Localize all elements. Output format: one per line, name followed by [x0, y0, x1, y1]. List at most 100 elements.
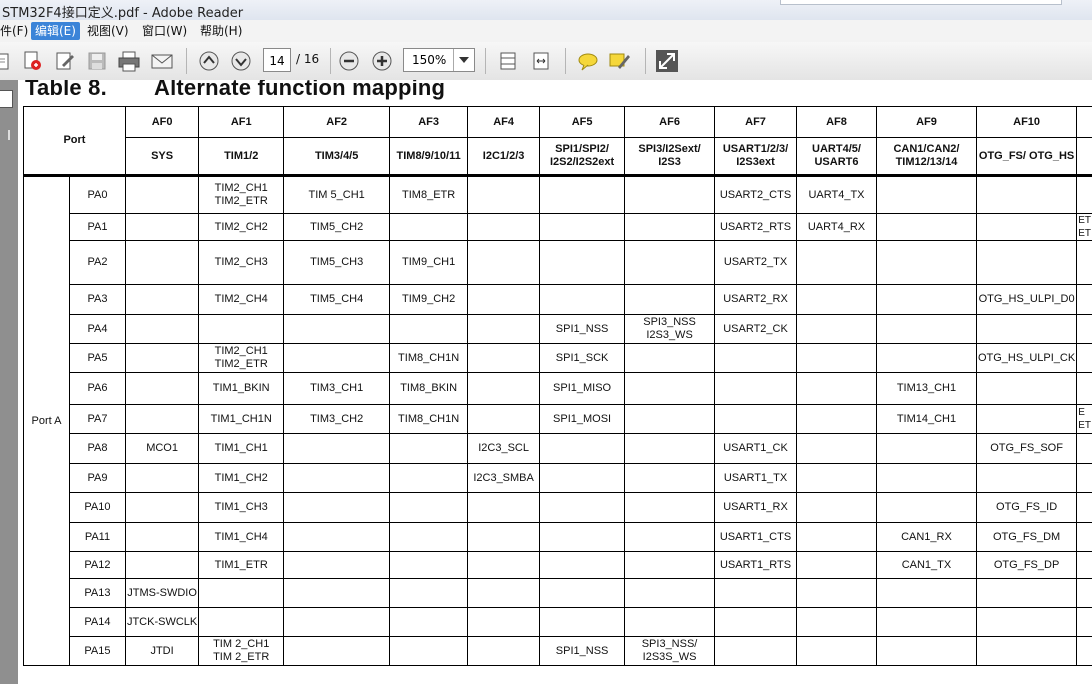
zoom-select[interactable]: 150% [403, 48, 475, 72]
port-group-label: Port A [23, 175, 70, 666]
menu-help[interactable]: 帮助(H) [196, 22, 246, 40]
af-cell [875, 175, 977, 214]
af-cell [467, 175, 541, 214]
af-cell [1076, 240, 1092, 285]
save-icon[interactable] [84, 48, 110, 74]
af-cell: SPI1_SCK [539, 343, 626, 373]
fit-page-icon[interactable] [495, 48, 521, 74]
af-header: AF4 [467, 106, 541, 138]
af-cell [796, 314, 877, 344]
af-cell [283, 551, 391, 579]
page-number-input[interactable]: 14 [263, 48, 291, 72]
af-cell [875, 492, 977, 523]
af-cell [467, 213, 541, 241]
af-cell [875, 636, 977, 666]
af-cell: TIM5_CH2 [283, 213, 391, 241]
menu-file[interactable]: 件(F) [0, 22, 32, 40]
attachments-panel-icon[interactable] [0, 130, 10, 140]
toolbar-separator [485, 48, 486, 74]
table-row: PA7 TIM1_CH1N TIM3_CH2 TIM8_CH1N SPI1_MOSI TI… [24, 404, 1092, 434]
af-cell [796, 522, 877, 552]
next-page-icon[interactable] [228, 48, 254, 74]
menu-bar: 件(F) 编辑(E) 视图(V) 窗口(W) 帮助(H) [0, 20, 1092, 43]
menu-view[interactable]: 视图(V) [83, 22, 133, 40]
af-group-header: SPI1/SPI2/I2S2/I2S2ext [539, 137, 626, 177]
af-cell [975, 463, 1078, 493]
af-cell [539, 240, 626, 285]
chevron-down-icon[interactable] [453, 49, 474, 71]
af-cell: SPI1_MISO [539, 372, 626, 405]
af-cell [1076, 522, 1092, 552]
af-cell [1076, 284, 1092, 315]
af-cell: TIM1_CH2 [198, 463, 285, 493]
af-cell: ET ET [1076, 213, 1092, 241]
af-group-header [1076, 137, 1092, 177]
af-cell [1076, 175, 1092, 214]
af-cell [796, 284, 877, 315]
af-cell [283, 463, 391, 493]
pages-panel-icon[interactable] [0, 90, 13, 108]
zoom-out-icon[interactable] [336, 48, 362, 74]
af-cell [389, 522, 469, 552]
af-group-header: UART4/5/USART6 [796, 137, 877, 177]
af-cell: TIM8_ETR [389, 175, 469, 214]
af-cell [539, 175, 626, 214]
af-header: AF2 [283, 106, 391, 138]
af-cell [875, 213, 977, 241]
af-cell [124, 404, 200, 434]
fit-width-icon[interactable] [528, 48, 554, 74]
af-cell: OTG_HS_ULPI_D0 [975, 284, 1078, 315]
af-cell: TIM2_CH2 [198, 213, 285, 241]
af-group-header: I2C1/2/3 [467, 137, 541, 177]
pin-name: PA14 [68, 607, 126, 637]
af-cell [467, 240, 541, 285]
print-icon[interactable] [116, 48, 142, 74]
af-cell: OTG_FS_DP [975, 551, 1078, 579]
af-cell [624, 522, 716, 552]
af-cell [124, 284, 200, 315]
af-cell [124, 240, 200, 285]
comment-icon[interactable] [575, 48, 601, 74]
af-cell [624, 240, 716, 285]
email-icon[interactable] [149, 48, 175, 74]
table-row: PA4 SPI1_NSS SPI3_NSS I2S3_WS USART2_CK [24, 314, 1092, 344]
af-cell [796, 636, 877, 666]
pdf-create-icon[interactable] [20, 48, 46, 74]
af-cell: TIM3_CH1 [283, 372, 391, 405]
af-cell: SPI3_NSS/I2S3S_WS [624, 636, 716, 666]
af-cell [624, 213, 716, 241]
af-cell: TIM8_CH1N [389, 404, 469, 434]
af-cell: OTG_FS_ID [975, 492, 1078, 523]
af-cell: UART4_RX [796, 213, 877, 241]
af-cell [467, 343, 541, 373]
sign-icon[interactable] [607, 48, 633, 74]
af-cell [198, 607, 285, 637]
af-header [1076, 106, 1092, 138]
af-cell [875, 314, 977, 344]
af-cell [975, 213, 1078, 241]
af-cell [467, 372, 541, 405]
table-caption: Table 8. Alternate function mapping [25, 80, 445, 101]
af-cell [389, 551, 469, 579]
af-cell [975, 578, 1078, 608]
af-cell [624, 175, 716, 214]
menu-edit[interactable]: 编辑(E) [31, 22, 80, 40]
open-icon[interactable] [0, 48, 16, 74]
menu-window[interactable]: 窗口(W) [138, 22, 191, 40]
af-cell: OTG_FS_SOF [975, 433, 1078, 464]
pin-name: PA5 [68, 343, 126, 373]
edit-icon[interactable] [52, 48, 78, 74]
af-header: AF8 [796, 106, 877, 138]
zoom-in-icon[interactable] [369, 48, 395, 74]
previous-page-icon[interactable] [196, 48, 222, 74]
af-cell: TIM1_CH1N [198, 404, 285, 434]
af-cell [283, 433, 391, 464]
af-cell [875, 463, 977, 493]
af-cell [198, 578, 285, 608]
table-row: PA15 JTDI TIM 2_CH1 TIM 2_ETR SPI1_NSS SPI3_N… [24, 636, 1092, 666]
af-cell [283, 492, 391, 523]
table-row: PA11 TIM1_CH4 USART1_CTS CAN1_RX OTG_FS_DM [24, 522, 1092, 552]
af-cell [1076, 551, 1092, 579]
af-cell [1076, 433, 1092, 464]
fullscreen-icon[interactable] [654, 48, 680, 74]
